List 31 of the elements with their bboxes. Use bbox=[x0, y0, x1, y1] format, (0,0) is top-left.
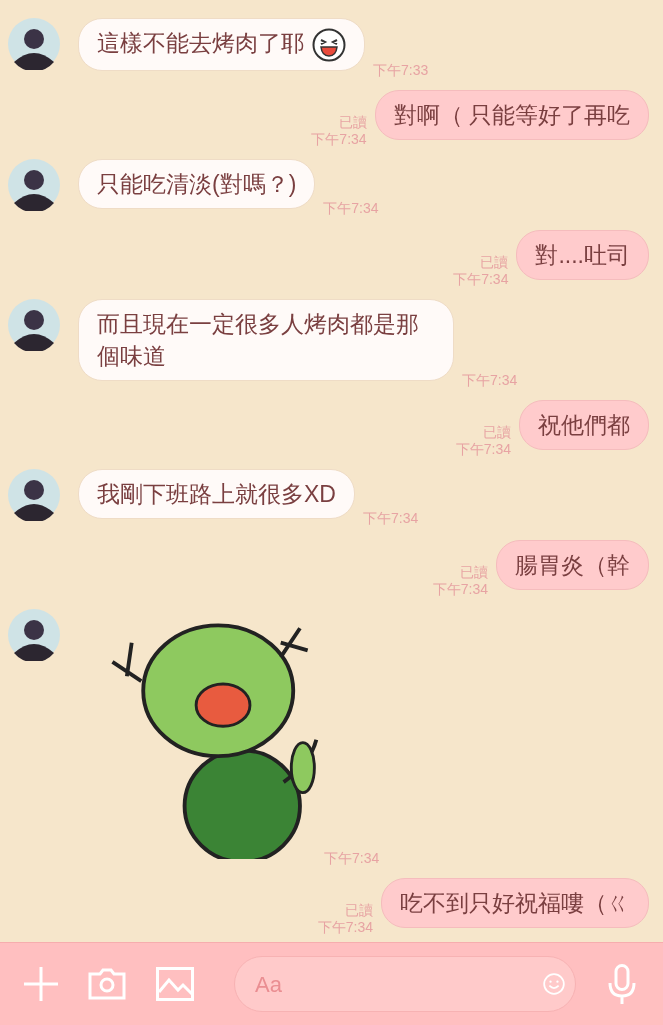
message-time: 下午7:34 bbox=[324, 849, 380, 867]
avatar-icon[interactable] bbox=[8, 608, 60, 661]
message-bubble: 我剛下班路上就很多XD bbox=[78, 468, 355, 519]
message-time: 下午7:34 bbox=[455, 440, 511, 458]
read-receipt: 已讀 bbox=[345, 901, 373, 919]
read-receipt: 已讀 bbox=[460, 563, 488, 581]
message-time: 下午7:34 bbox=[453, 270, 509, 288]
message-bubble: 吃不到只好祝福嘍（ㄍ bbox=[381, 877, 649, 928]
message-time: 下午7:34 bbox=[362, 509, 419, 527]
message-input-field[interactable]: Aa bbox=[234, 956, 576, 1012]
avatar-icon[interactable] bbox=[8, 298, 60, 351]
message-time: 下午7:33 bbox=[373, 61, 429, 79]
message-bubble: 對....吐司 bbox=[516, 229, 649, 280]
read-receipt: 已讀 bbox=[338, 113, 367, 131]
avatar-icon[interactable] bbox=[8, 18, 60, 70]
message-bubble: 只能吃清淡(對嗎？) bbox=[78, 158, 316, 209]
message-time: 下午7:34 bbox=[323, 199, 379, 217]
avatar-icon[interactable] bbox=[8, 158, 60, 211]
message-time: 下午7:34 bbox=[432, 580, 488, 598]
avatar-icon[interactable] bbox=[8, 468, 60, 521]
read-receipt: 已讀 bbox=[483, 423, 511, 441]
message-bubble: 對啊（ 只能等好了再吃 bbox=[374, 89, 649, 140]
message-bubble: 腸胃炎（幹 bbox=[496, 539, 649, 590]
message-time: 下午7:34 bbox=[317, 918, 373, 936]
message-time: 下午7:34 bbox=[311, 130, 367, 148]
message-bubble: 這樣不能去烤肉了耶 bbox=[78, 18, 365, 71]
message-bubble: 祝他們都 bbox=[519, 399, 649, 450]
message-time: 下午7:34 bbox=[462, 371, 518, 389]
read-receipt: 已讀 bbox=[480, 253, 509, 271]
message-bubble: 而且現在一定很多人烤肉都是那個味道 bbox=[78, 298, 454, 381]
text-input[interactable]: Aa bbox=[255, 967, 543, 1001]
